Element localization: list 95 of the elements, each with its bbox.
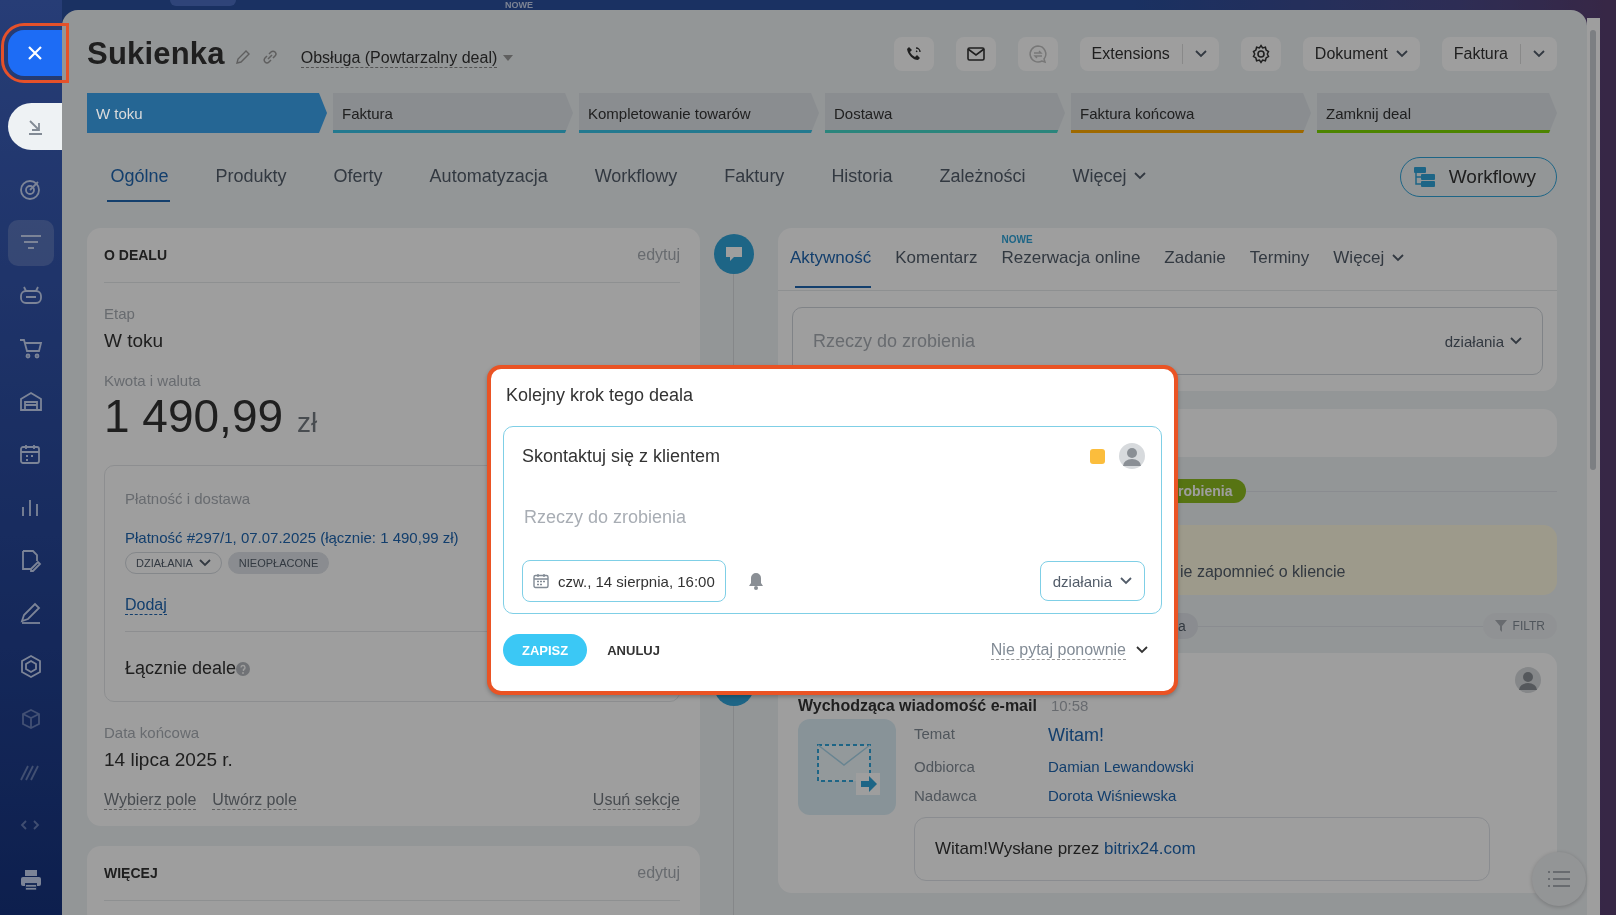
section-title: WIĘCEJ [104, 865, 158, 881]
deal-title: Sukienka [87, 36, 225, 72]
date-picker[interactable]: czw., 14 sierpnia, 16:00 [522, 560, 726, 602]
stage-step[interactable]: Kompletowanie towarów [579, 93, 819, 133]
workflow-icon [1412, 166, 1437, 188]
pipeline-selector[interactable]: Obsługa (Powtarzalny deal) [300, 48, 514, 68]
message-text: Witam!Wysłane przez bitrix24.com [914, 817, 1490, 881]
new-label: NOWE [1001, 234, 1033, 245]
bell-icon[interactable] [747, 572, 764, 590]
stage-step[interactable]: Faktura [333, 93, 573, 133]
chevron-down-icon [1134, 172, 1147, 180]
tab[interactable]: Zadanie [1152, 228, 1238, 290]
comment-icon [714, 234, 754, 274]
chevron-down-icon [1120, 577, 1132, 585]
tab[interactable]: Komentarz [883, 228, 990, 290]
settings-button[interactable] [1240, 37, 1281, 71]
task-editor[interactable]: Skontaktuj się z klientem Rzeczy do zrobienia czw., 14 sierpnia, 16:00 działania [503, 426, 1162, 614]
field-label: Nadawca [914, 787, 978, 804]
mail-button[interactable] [955, 37, 996, 71]
actions-dropdown[interactable]: działania [1039, 561, 1145, 601]
tab[interactable]: NOWE Rezerwacja online [989, 228, 1153, 290]
caret-icon [503, 55, 514, 61]
chevron-down-icon [1392, 254, 1405, 262]
filter-icon [1494, 620, 1507, 632]
amount-value: 1 490,99 [104, 389, 284, 443]
dialog-title: Kolejny krok tego deala [506, 385, 695, 406]
phone-icon [904, 45, 923, 63]
task-title: Skontaktuj się z klientem [522, 445, 722, 467]
add-link[interactable]: Dodaj [125, 596, 167, 615]
tab[interactable]: Ogólne [87, 150, 193, 204]
field-label: Temat [914, 725, 956, 744]
tab[interactable]: Aktywność [778, 228, 884, 290]
tab[interactable]: Historia [807, 150, 916, 204]
reminder-text: ie zapomnieć o kliencie [1180, 563, 1346, 581]
new-label: NOWE [505, 0, 533, 10]
field-label: Odbiorca [914, 758, 976, 775]
field-link[interactable]: Wybierz pole [104, 791, 197, 810]
tab[interactable]: Workflowy [571, 150, 701, 204]
section-title: O DEALU [104, 247, 167, 263]
list-icon [1547, 870, 1571, 888]
section-badge: a [1178, 613, 1198, 639]
chevron-down-icon [1533, 50, 1545, 58]
printer-icon[interactable] [18, 867, 44, 893]
chevron-down-icon [1395, 50, 1408, 58]
avatar[interactable] [1119, 443, 1145, 469]
settings-icon [1250, 44, 1271, 64]
avatar[interactable] [1515, 667, 1541, 693]
help-icon[interactable] [236, 661, 251, 676]
currency-label: zł [297, 407, 318, 439]
remove-section-link[interactable]: Usuń sekcje [592, 791, 680, 810]
tab[interactable]: Więcej [1321, 228, 1417, 290]
dont-ask-dropdown[interactable]: Nie pytaj ponownie [990, 640, 1148, 660]
chevron-down-icon [1194, 50, 1207, 58]
arrow-down-right-icon [26, 117, 44, 136]
color-flag[interactable] [1090, 448, 1105, 464]
chevron-down-icon [198, 559, 211, 567]
minimize-button[interactable] [8, 103, 62, 150]
phone-button[interactable] [893, 37, 934, 71]
email-title: Wychodząca wiadomość e-mail [798, 697, 1037, 715]
pencil-icon[interactable] [234, 49, 251, 65]
filter-button[interactable]: FILTR [1482, 613, 1557, 639]
field-value: W toku [104, 330, 165, 352]
tab[interactable]: Więcej [1048, 150, 1170, 204]
scrollbar[interactable] [1590, 30, 1596, 470]
field-link[interactable]: Utwórz pole [212, 791, 297, 810]
cancel-button[interactable]: ANULUJ [601, 641, 666, 659]
tab[interactable]: Automatyzacja [406, 150, 572, 204]
field-label: Łącznie deale [125, 658, 237, 679]
stage-step[interactable]: Dostawa [825, 93, 1065, 133]
tab[interactable]: Produkty [192, 150, 311, 204]
tab[interactable]: Terminy [1237, 228, 1322, 290]
mail-icon [966, 47, 985, 61]
envelope-icon [798, 719, 896, 815]
tab[interactable]: Zależności [915, 150, 1049, 204]
tab[interactable]: Faktury [700, 150, 808, 204]
hexagon-icon[interactable] [18, 653, 44, 680]
split-button[interactable]: Faktura [1441, 37, 1557, 71]
tab[interactable]: Oferty [310, 150, 407, 204]
stage-step[interactable]: W toku [87, 93, 327, 133]
field-value-link[interactable]: Damian Lewandowski [1048, 758, 1194, 775]
field-value-link[interactable]: Witam! [1048, 725, 1194, 746]
website-link[interactable]: bitrix24.com [1103, 839, 1196, 858]
calendar-icon [533, 573, 549, 589]
chevron-down-icon [1136, 646, 1148, 654]
todo-placeholder[interactable]: Rzeczy do zrobienia [524, 507, 1145, 528]
status-badge: NIEOPŁACONE [227, 552, 330, 574]
field-value: 14 lipca 2025 r. [104, 749, 234, 771]
stage-step[interactable]: Faktura końcowa [1071, 93, 1311, 133]
chevron-down-icon [1510, 337, 1522, 345]
close-icon [27, 45, 43, 61]
field-value-link[interactable]: Dorota Wiśniewska [1048, 787, 1194, 804]
stage-step[interactable]: Zamknij deal [1317, 93, 1557, 133]
dropdown-button[interactable]: Dokument [1302, 37, 1420, 71]
split-button[interactable]: Extensions [1079, 37, 1219, 71]
section-badge: robienia [1178, 479, 1247, 503]
